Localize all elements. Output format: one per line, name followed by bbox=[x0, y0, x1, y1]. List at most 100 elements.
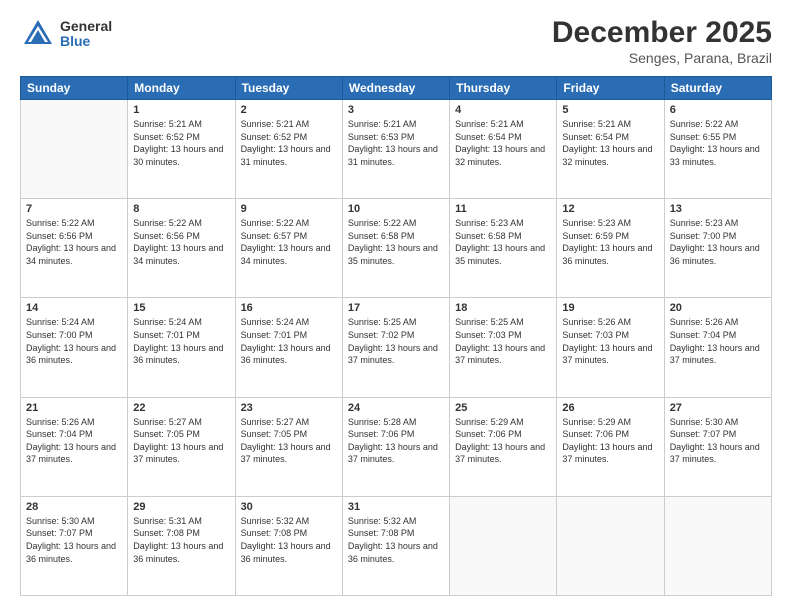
day-number: 31 bbox=[348, 501, 444, 513]
day-info: Sunrise: 5:29 AM Sunset: 7:06 PM Dayligh… bbox=[455, 416, 551, 466]
day-info: Sunrise: 5:21 AM Sunset: 6:52 PM Dayligh… bbox=[241, 118, 337, 168]
day-info: Sunrise: 5:28 AM Sunset: 7:06 PM Dayligh… bbox=[348, 416, 444, 466]
day-info: Sunrise: 5:22 AM Sunset: 6:57 PM Dayligh… bbox=[241, 217, 337, 267]
day-number: 27 bbox=[670, 402, 766, 414]
col-tuesday: Tuesday bbox=[235, 77, 342, 100]
day-info: Sunrise: 5:26 AM Sunset: 7:03 PM Dayligh… bbox=[562, 316, 658, 366]
day-cell: 31 Sunrise: 5:32 AM Sunset: 7:08 PM Dayli… bbox=[342, 496, 449, 595]
day-number: 14 bbox=[26, 302, 122, 314]
logo-general-text: General bbox=[60, 19, 112, 34]
location: Senges, Parana, Brazil bbox=[552, 50, 772, 66]
day-info: Sunrise: 5:29 AM Sunset: 7:06 PM Dayligh… bbox=[562, 416, 658, 466]
day-info: Sunrise: 5:24 AM Sunset: 7:01 PM Dayligh… bbox=[241, 316, 337, 366]
day-cell: 17 Sunrise: 5:25 AM Sunset: 7:02 PM Dayli… bbox=[342, 298, 449, 397]
day-number: 6 bbox=[670, 104, 766, 116]
day-number: 7 bbox=[26, 203, 122, 215]
day-info: Sunrise: 5:32 AM Sunset: 7:08 PM Dayligh… bbox=[241, 515, 337, 565]
day-cell: 6Sunrise: 5:22 AM Sunset: 6:55 PM Daylig… bbox=[664, 100, 771, 199]
header-row: Sunday Monday Tuesday Wednesday Thursday… bbox=[21, 77, 772, 100]
day-number: 21 bbox=[26, 402, 122, 414]
day-cell: 20Sunrise: 5:26 AM Sunset: 7:04 PM Dayli… bbox=[664, 298, 771, 397]
day-info: Sunrise: 5:21 AM Sunset: 6:54 PM Dayligh… bbox=[455, 118, 551, 168]
day-number: 15 bbox=[133, 302, 229, 314]
day-cell: 15 Sunrise: 5:24 AM Sunset: 7:01 PM Dayli… bbox=[128, 298, 235, 397]
day-info: Sunrise: 5:22 AM Sunset: 6:56 PM Dayligh… bbox=[133, 217, 229, 267]
week-row-3: 21 Sunrise: 5:26 AM Sunset: 7:04 PM Dayli… bbox=[21, 397, 772, 496]
day-number: 2 bbox=[241, 104, 337, 116]
day-number: 10 bbox=[348, 203, 444, 215]
day-cell bbox=[664, 496, 771, 595]
day-info: Sunrise: 5:22 AM Sunset: 6:58 PM Dayligh… bbox=[348, 217, 444, 267]
day-info: Sunrise: 5:30 AM Sunset: 7:07 PM Dayligh… bbox=[670, 416, 766, 466]
day-cell: 23 Sunrise: 5:27 AM Sunset: 7:05 PM Dayli… bbox=[235, 397, 342, 496]
day-cell: 5 Sunrise: 5:21 AM Sunset: 6:54 PM Daylig… bbox=[557, 100, 664, 199]
day-cell: 26 Sunrise: 5:29 AM Sunset: 7:06 PM Dayli… bbox=[557, 397, 664, 496]
day-number: 19 bbox=[562, 302, 658, 314]
day-cell: 25Sunrise: 5:29 AM Sunset: 7:06 PM Dayli… bbox=[450, 397, 557, 496]
day-info: Sunrise: 5:23 AM Sunset: 7:00 PM Dayligh… bbox=[670, 217, 766, 267]
day-number: 12 bbox=[562, 203, 658, 215]
day-info: Sunrise: 5:24 AM Sunset: 7:01 PM Dayligh… bbox=[133, 316, 229, 366]
day-info: Sunrise: 5:25 AM Sunset: 7:02 PM Dayligh… bbox=[348, 316, 444, 366]
col-thursday: Thursday bbox=[450, 77, 557, 100]
day-info: Sunrise: 5:31 AM Sunset: 7:08 PM Dayligh… bbox=[133, 515, 229, 565]
day-info: Sunrise: 5:23 AM Sunset: 6:58 PM Dayligh… bbox=[455, 217, 551, 267]
day-info: Sunrise: 5:32 AM Sunset: 7:08 PM Dayligh… bbox=[348, 515, 444, 565]
day-cell bbox=[450, 496, 557, 595]
day-cell: 19 Sunrise: 5:26 AM Sunset: 7:03 PM Dayli… bbox=[557, 298, 664, 397]
col-sunday: Sunday bbox=[21, 77, 128, 100]
day-cell: 30 Sunrise: 5:32 AM Sunset: 7:08 PM Dayli… bbox=[235, 496, 342, 595]
day-info: Sunrise: 5:21 AM Sunset: 6:53 PM Dayligh… bbox=[348, 118, 444, 168]
day-number: 22 bbox=[133, 402, 229, 414]
day-cell: 12 Sunrise: 5:23 AM Sunset: 6:59 PM Dayli… bbox=[557, 199, 664, 298]
day-cell: 21 Sunrise: 5:26 AM Sunset: 7:04 PM Dayli… bbox=[21, 397, 128, 496]
calendar-header: Sunday Monday Tuesday Wednesday Thursday… bbox=[21, 77, 772, 100]
day-cell: 11 Sunrise: 5:23 AM Sunset: 6:58 PM Dayli… bbox=[450, 199, 557, 298]
day-cell: 13 Sunrise: 5:23 AM Sunset: 7:00 PM Dayli… bbox=[664, 199, 771, 298]
day-info: Sunrise: 5:21 AM Sunset: 6:54 PM Dayligh… bbox=[562, 118, 658, 168]
day-info: Sunrise: 5:26 AM Sunset: 7:04 PM Dayligh… bbox=[26, 416, 122, 466]
day-cell: 8 Sunrise: 5:22 AM Sunset: 6:56 PM Daylig… bbox=[128, 199, 235, 298]
day-cell: 27 Sunrise: 5:30 AM Sunset: 7:07 PM Dayli… bbox=[664, 397, 771, 496]
day-cell: 3Sunrise: 5:21 AM Sunset: 6:53 PM Daylig… bbox=[342, 100, 449, 199]
day-info: Sunrise: 5:30 AM Sunset: 7:07 PM Dayligh… bbox=[26, 515, 122, 565]
day-info: Sunrise: 5:27 AM Sunset: 7:05 PM Dayligh… bbox=[241, 416, 337, 466]
day-number: 8 bbox=[133, 203, 229, 215]
day-cell: 22 Sunrise: 5:27 AM Sunset: 7:05 PM Dayli… bbox=[128, 397, 235, 496]
day-info: Sunrise: 5:26 AM Sunset: 7:04 PM Dayligh… bbox=[670, 316, 766, 366]
day-number: 4 bbox=[455, 104, 551, 116]
day-cell: 16 Sunrise: 5:24 AM Sunset: 7:01 PM Dayli… bbox=[235, 298, 342, 397]
day-info: Sunrise: 5:24 AM Sunset: 7:00 PM Dayligh… bbox=[26, 316, 122, 366]
day-cell: 7 Sunrise: 5:22 AM Sunset: 6:56 PM Daylig… bbox=[21, 199, 128, 298]
day-number: 5 bbox=[562, 104, 658, 116]
col-monday: Monday bbox=[128, 77, 235, 100]
day-number: 16 bbox=[241, 302, 337, 314]
day-number: 23 bbox=[241, 402, 337, 414]
day-info: Sunrise: 5:25 AM Sunset: 7:03 PM Dayligh… bbox=[455, 316, 551, 366]
day-number: 24 bbox=[348, 402, 444, 414]
col-friday: Friday bbox=[557, 77, 664, 100]
day-number: 1 bbox=[133, 104, 229, 116]
day-info: Sunrise: 5:23 AM Sunset: 6:59 PM Dayligh… bbox=[562, 217, 658, 267]
logo-blue-text: Blue bbox=[60, 34, 112, 49]
day-cell: 14 Sunrise: 5:24 AM Sunset: 7:00 PM Dayli… bbox=[21, 298, 128, 397]
day-number: 18 bbox=[455, 302, 551, 314]
day-number: 30 bbox=[241, 501, 337, 513]
day-cell: 1 Sunrise: 5:21 AM Sunset: 6:52 PM Daylig… bbox=[128, 100, 235, 199]
day-cell: 10 Sunrise: 5:22 AM Sunset: 6:58 PM Dayli… bbox=[342, 199, 449, 298]
day-number: 28 bbox=[26, 501, 122, 513]
day-info: Sunrise: 5:22 AM Sunset: 6:56 PM Dayligh… bbox=[26, 217, 122, 267]
day-number: 13 bbox=[670, 203, 766, 215]
calendar-table: Sunday Monday Tuesday Wednesday Thursday… bbox=[20, 76, 772, 596]
day-number: 17 bbox=[348, 302, 444, 314]
day-cell: 2 Sunrise: 5:21 AM Sunset: 6:52 PM Daylig… bbox=[235, 100, 342, 199]
day-cell: 4 Sunrise: 5:21 AM Sunset: 6:54 PM Daylig… bbox=[450, 100, 557, 199]
day-info: Sunrise: 5:27 AM Sunset: 7:05 PM Dayligh… bbox=[133, 416, 229, 466]
week-row-1: 7 Sunrise: 5:22 AM Sunset: 6:56 PM Daylig… bbox=[21, 199, 772, 298]
day-cell bbox=[21, 100, 128, 199]
logo-icon bbox=[20, 16, 56, 52]
day-number: 11 bbox=[455, 203, 551, 215]
day-info: Sunrise: 5:21 AM Sunset: 6:52 PM Dayligh… bbox=[133, 118, 229, 168]
day-number: 29 bbox=[133, 501, 229, 513]
day-number: 26 bbox=[562, 402, 658, 414]
